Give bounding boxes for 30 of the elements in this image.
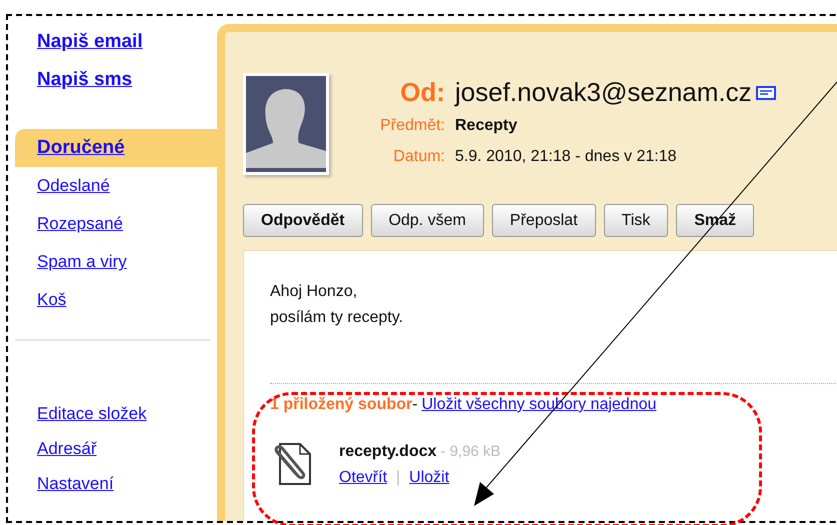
link-divider: | [396,468,400,488]
avatar-icon [243,73,329,175]
sidebar-link[interactable]: Editace složek [37,400,147,426]
date-text: 5.9. 2010, 21:18 - dnes v 21:18 [455,147,676,167]
sidebar-link[interactable]: Spam a viry [37,249,127,275]
sidebar-link[interactable]: Napiš sms [37,66,132,94]
save-link[interactable]: Uložit [409,466,450,490]
body-text: posílám ty recepty. [270,308,404,328]
toolbar-button[interactable]: Tisk [604,204,668,237]
subject-label: Předmět: [379,116,445,136]
file-name: recepty.docx [339,442,437,462]
toolbar-button[interactable]: Přeposlat [492,204,596,237]
file-size: - 9,96 kB [440,442,501,462]
subject-text: Recepty [455,116,518,136]
toolbar-button[interactable]: Odpovědět [243,204,363,237]
separator-text: - [412,395,418,415]
body-text: Ahoj Honzo, [270,282,358,302]
sidebar-link[interactable]: Adresář [37,436,97,462]
date-label: Datum: [392,147,445,167]
open-link[interactable]: Otevřít [339,466,388,490]
contact-card-icon [756,84,776,100]
sidebar-link[interactable]: Doručené [37,134,125,162]
sender-email: josef.novak3@seznam.cz [455,76,752,109]
sidebar-link[interactable]: Odeslané [37,173,110,199]
from-label: Od: [399,76,445,109]
toolbar-button[interactable]: Odp. všem [370,204,484,237]
sidebar-link[interactable]: Koš [37,287,66,313]
sidebar-link[interactable]: Napiš email [37,28,143,56]
sidebar-link[interactable]: Nastavení [37,470,114,496]
sidebar-link[interactable]: Rozepsané [37,211,124,237]
